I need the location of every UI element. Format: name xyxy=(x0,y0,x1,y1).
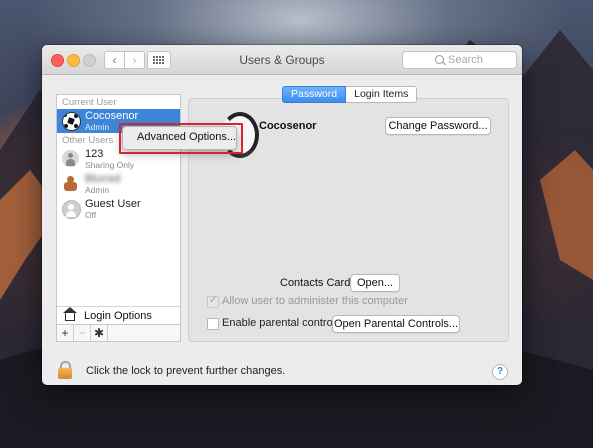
add-user-button[interactable]: + xyxy=(57,325,74,341)
user-silhouette-icon xyxy=(62,150,79,167)
gear-icon[interactable]: ✱ xyxy=(91,325,108,341)
user-role: Admin xyxy=(85,122,110,132)
tab-bar: Password Login Items xyxy=(282,86,418,103)
sidebar-toolbar: + − ✱ xyxy=(57,324,180,341)
user-name: Guest User xyxy=(85,198,141,210)
search-icon xyxy=(435,55,444,64)
user-role: Admin xyxy=(85,185,110,195)
users-groups-window: ‹ › Users & Groups Search Current User C… xyxy=(42,45,522,385)
login-options-label: Login Options xyxy=(84,310,152,322)
search-placeholder: Search xyxy=(448,54,483,66)
user-name: 123 xyxy=(85,148,104,160)
user-name: Cocosenor xyxy=(85,110,139,122)
allow-admin-label: Allow user to administer this computer xyxy=(222,295,408,307)
open-parental-controls-button[interactable]: Open Parental Controls... xyxy=(332,315,460,333)
tab-login-items[interactable]: Login Items xyxy=(346,86,418,103)
parental-controls-label: Enable parental controls xyxy=(222,317,341,329)
home-icon xyxy=(63,307,77,321)
current-user-header: Current User xyxy=(62,97,117,108)
contacts-card-label: Contacts Card: xyxy=(280,277,354,289)
annotation-highlight-box xyxy=(119,123,243,154)
soccer-ball-avatar-icon xyxy=(62,112,81,131)
help-button[interactable]: ? xyxy=(492,364,508,380)
guest-user-icon xyxy=(62,200,81,219)
user-item-guest[interactable]: Guest User Off xyxy=(57,197,180,221)
user-role: Sharing Only xyxy=(85,160,135,170)
allow-admin-checkbox[interactable] xyxy=(207,295,219,308)
title-bar: ‹ › Users & Groups Search xyxy=(42,45,522,75)
other-users-header: Other Users xyxy=(62,135,114,146)
open-contacts-button[interactable]: Open... xyxy=(350,274,400,292)
gingerbread-avatar-icon xyxy=(62,175,79,192)
lock-text: Click the lock to prevent further change… xyxy=(86,365,286,377)
change-password-button[interactable]: Change Password... xyxy=(385,117,491,135)
parental-controls-checkbox[interactable] xyxy=(207,318,219,330)
tab-password[interactable]: Password xyxy=(282,86,347,103)
user-name-blurred: Blurred xyxy=(85,173,121,185)
user-item-blurred[interactable]: Blurred Admin xyxy=(57,172,180,196)
login-options-item[interactable]: Login Options xyxy=(57,306,180,325)
account-name: Cocosenor xyxy=(259,120,317,132)
remove-user-button[interactable]: − xyxy=(74,325,91,341)
search-field[interactable]: Search xyxy=(402,51,517,69)
user-role: Off xyxy=(85,210,97,220)
unlocked-lock-icon[interactable] xyxy=(58,361,72,379)
